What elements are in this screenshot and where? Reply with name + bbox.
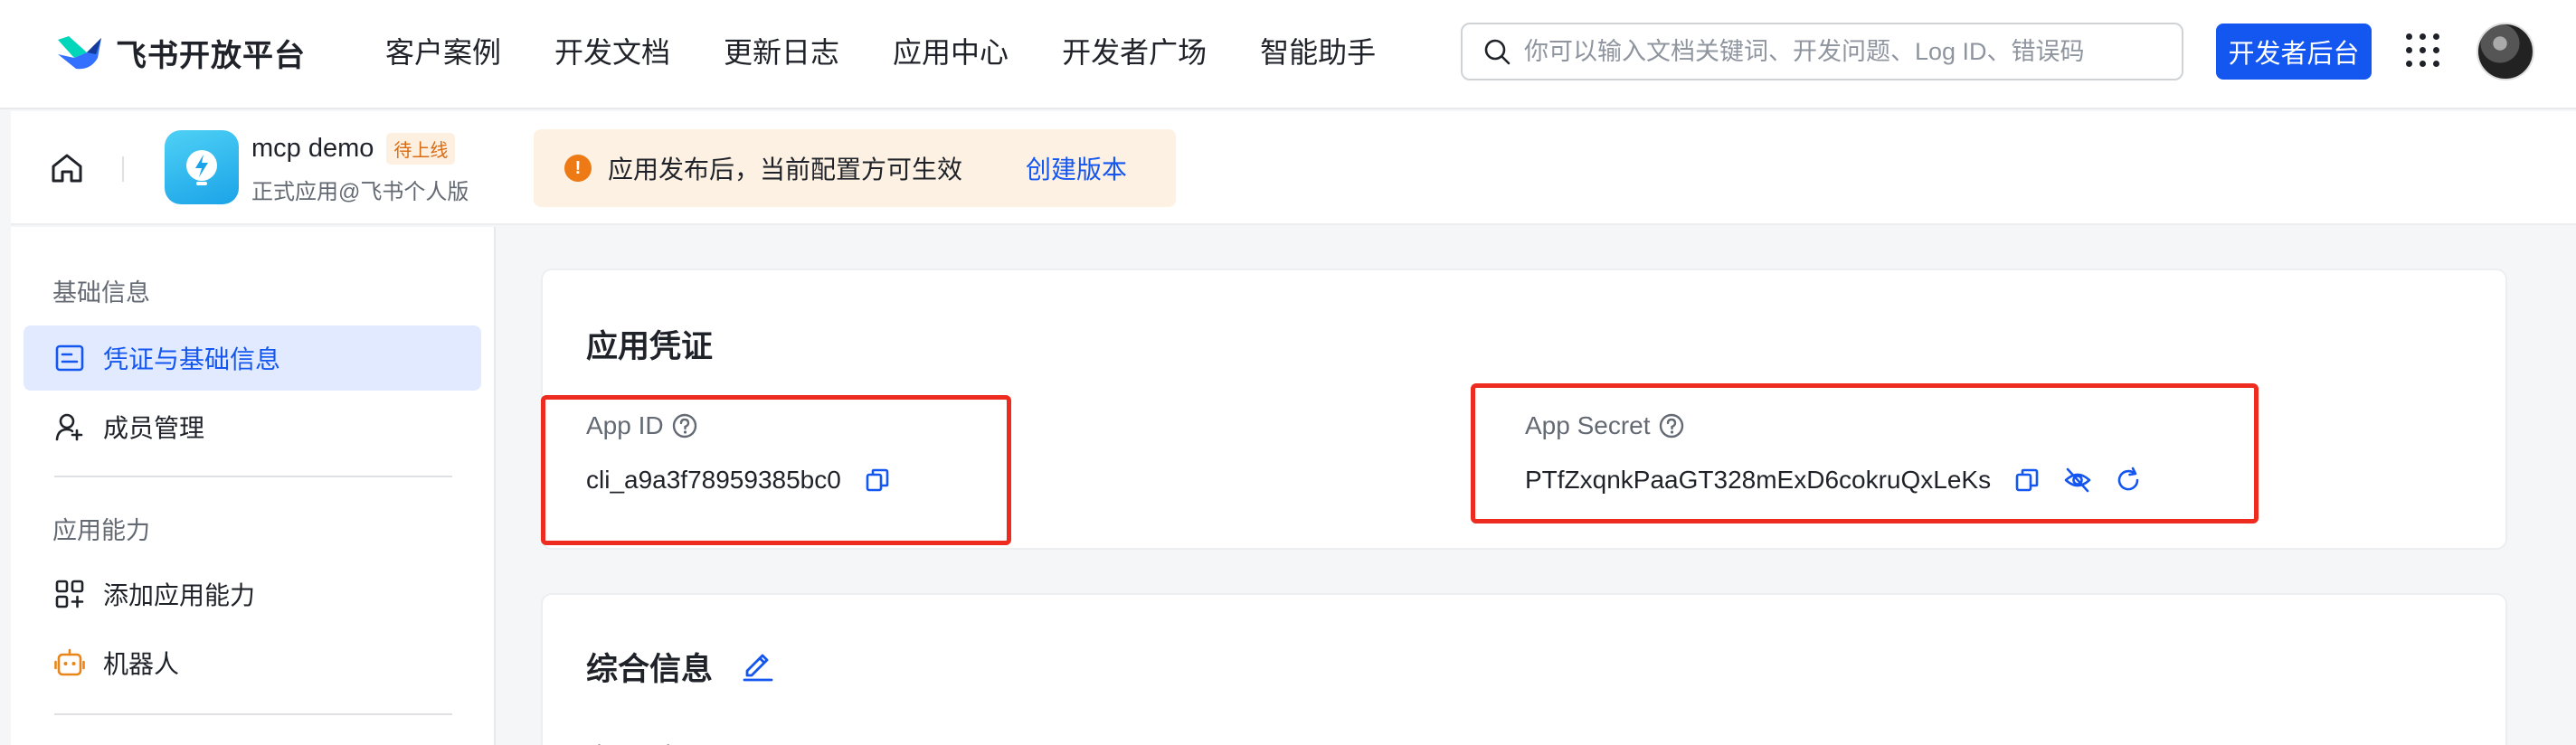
app-grid-icon[interactable] (2406, 33, 2440, 68)
credentials-card: 应用凭证 App ID cli_a9a3f78959385bc0 App Sec… (541, 269, 2507, 550)
developer-console-button[interactable]: 开发者后台 (2216, 24, 2372, 80)
member-icon (55, 413, 83, 441)
sidebar-group-capabilities: 应用能力 (52, 517, 150, 544)
help-icon[interactable] (1658, 412, 1685, 439)
sidebar-item-credentials[interactable]: 凭证与基础信息 (24, 325, 481, 391)
app-icon (165, 130, 239, 204)
app-secret-label: App Secret (1525, 411, 1685, 440)
warning-icon: ! (564, 155, 592, 182)
header-divider (122, 156, 124, 182)
home-icon[interactable] (49, 150, 85, 186)
nav-link-dev-plaza[interactable]: 开发者广场 (1062, 33, 1207, 72)
app-id-label-text: App ID (586, 411, 664, 439)
add-capability-icon (55, 580, 84, 608)
sidebar-item-label: 机器人 (103, 650, 180, 678)
general-info-title: 综合信息 (586, 652, 714, 687)
sidebar-item-members[interactable]: 成员管理 (24, 394, 481, 459)
app-secret-row: PTfZxqnkPaaGT328mExD6cokruQxLeKs (1525, 466, 2143, 495)
top-navigation-bar: 飞书开放平台 客户案例 开发文档 更新日志 应用中心 开发者广场 智能助手 开发… (0, 0, 2576, 109)
search-icon (1484, 39, 1511, 65)
nav-link-customer-cases[interactable]: 客户案例 (385, 33, 501, 72)
main-nav: 客户案例 开发文档 更新日志 应用中心 开发者广场 智能助手 (385, 33, 1429, 72)
nav-link-app-center[interactable]: 应用中心 (893, 33, 1009, 72)
feishu-logo-icon (58, 36, 101, 70)
app-name: mcp demo (251, 134, 374, 163)
brand-name: 飞书开放平台 (116, 38, 306, 73)
robot-icon (54, 648, 85, 676)
nav-link-dev-docs[interactable]: 开发文档 (554, 33, 670, 72)
copy-icon[interactable] (863, 466, 892, 495)
refresh-icon[interactable] (2114, 466, 2143, 495)
sidebar-item-label: 凭证与基础信息 (103, 345, 281, 373)
credentials-title: 应用凭证 (586, 329, 714, 364)
general-info-card: 综合信息 应用图标 (541, 593, 2507, 745)
hide-eye-icon[interactable] (2063, 466, 2092, 495)
sidebar-item-label: 添加应用能力 (103, 581, 256, 609)
lightning-bulb-icon (186, 150, 217, 185)
app-subtitle: 正式应用@飞书个人版 (251, 180, 469, 204)
notice-text: 应用发布后，当前配置方可生效 (608, 156, 963, 184)
app-id-value: cli_a9a3f78959385bc0 (586, 466, 841, 494)
edit-icon[interactable] (740, 646, 776, 682)
publish-notice: ! 应用发布后，当前配置方可生效 创建版本 (534, 129, 1176, 207)
create-version-link[interactable]: 创建版本 (1026, 150, 1127, 186)
sidebar-group-basic-info: 基础信息 (52, 279, 150, 306)
app-header: mcp demo 待上线 正式应用@飞书个人版 ! 应用发布后，当前配置方可生效… (11, 111, 2576, 225)
user-avatar[interactable] (2477, 23, 2534, 80)
status-badge: 待上线 (386, 133, 456, 165)
search-input[interactable] (1524, 37, 2175, 66)
sidebar-item-label: 成员管理 (103, 414, 205, 442)
nav-link-ai-assistant[interactable]: 智能助手 (1260, 33, 1376, 72)
help-icon[interactable] (671, 412, 698, 439)
app-id-label: App ID (586, 411, 698, 440)
sidebar-item-add-capability[interactable]: 添加应用能力 (24, 561, 481, 627)
app-name-row: mcp demo 待上线 (251, 133, 456, 165)
app-secret-label-text: App Secret (1525, 411, 1651, 439)
credential-icon (55, 344, 84, 372)
nav-link-changelog[interactable]: 更新日志 (724, 33, 839, 72)
search-box[interactable] (1461, 23, 2183, 80)
sidebar: 基础信息 凭证与基础信息 成员管理 应用能力 添加应用能力 机器人 (11, 227, 496, 745)
app-secret-value: PTfZxqnkPaaGT328mExD6cokruQxLeKs (1525, 466, 1992, 494)
sidebar-divider (54, 713, 452, 715)
app-id-row: cli_a9a3f78959385bc0 (586, 466, 892, 495)
sidebar-item-robot[interactable]: 机器人 (24, 630, 481, 695)
copy-icon[interactable] (2012, 466, 2041, 495)
brand-logo[interactable]: 飞书开放平台 (54, 27, 306, 78)
sidebar-divider (54, 476, 452, 477)
app-icon-field-label: 应用图标 (586, 738, 687, 745)
